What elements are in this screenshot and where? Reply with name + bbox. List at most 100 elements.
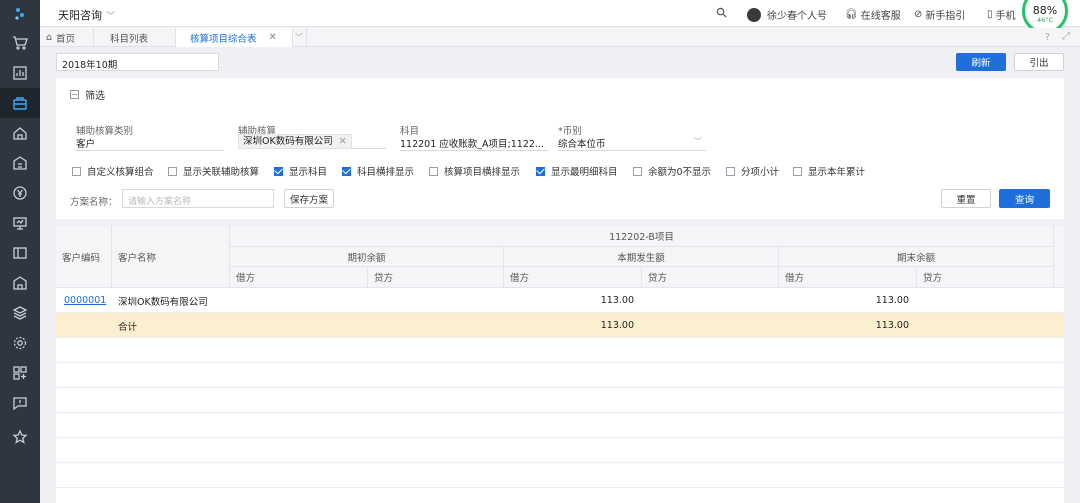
checkbox-label: 自定义核算组合	[87, 167, 154, 178]
save-scheme-button[interactable]: 保存方案	[284, 189, 334, 208]
empty-row	[56, 338, 1064, 363]
period-selector[interactable]: 2018年10期	[56, 53, 219, 71]
close-icon[interactable]: ✕	[339, 136, 347, 147]
mobile-link[interactable]: ▯ 手机	[987, 7, 1016, 22]
chart-icon[interactable]	[0, 58, 40, 88]
ticket-icon[interactable]	[0, 238, 40, 268]
company-switcher[interactable]: 天阳咨询 ﹀	[58, 7, 115, 23]
aux-tag: 深圳OK数码有限公司 ✕	[238, 134, 352, 149]
checkbox-year-to-date[interactable]: 显示本年累计	[793, 164, 865, 178]
checkbox-label: 显示本年累计	[808, 167, 866, 178]
export-button[interactable]: 引出	[1014, 53, 1064, 71]
message-icon[interactable]	[0, 388, 40, 418]
checkbox-show-subject[interactable]: 显示科目	[274, 164, 327, 178]
presentation-icon[interactable]	[0, 208, 40, 238]
tab-overflow-button[interactable]: ﹀	[293, 28, 307, 47]
bag-icon[interactable]	[0, 88, 40, 118]
collapse-icon: −	[70, 90, 79, 99]
aux-type-select[interactable]: 客户	[76, 136, 224, 151]
reset-button[interactable]: 重置	[941, 189, 991, 208]
layers-icon[interactable]	[0, 298, 40, 328]
mobile-label: 手机	[995, 11, 1016, 22]
customer-code[interactable]: 0000001	[64, 295, 106, 306]
aux-type-label: 辅助核算类别	[76, 126, 134, 137]
aux-tag-label: 深圳OK数码有限公司	[243, 136, 333, 147]
close-icon[interactable]: ✕	[269, 32, 277, 43]
home-icon[interactable]	[0, 118, 40, 148]
table-total-row: 合计 113.00 113.00	[56, 313, 1064, 338]
header-scroll-gutter	[1054, 226, 1064, 288]
gear-icon[interactable]	[0, 328, 40, 358]
help-icon[interactable]: ?	[1045, 32, 1050, 43]
fullscreen-icon[interactable]: ⤢	[1062, 31, 1070, 42]
gauge-temp: 46°C	[1036, 15, 1054, 24]
checkbox-box	[429, 166, 438, 176]
checkbox-box	[168, 166, 177, 176]
empty-row	[56, 463, 1064, 488]
topbar: 天阳咨询 ﹀ 徐少春个人号 🎧︎ 在线客服 ⊘ 新手指引 ▯ 手机 88% 46°C	[40, 0, 1080, 34]
bank-icon[interactable]	[0, 268, 40, 298]
col-period-credit: 贷方	[642, 267, 779, 288]
checkbox-hide-zero[interactable]: 余额为0不显示	[633, 164, 711, 178]
checkbox-label: 显示科目	[289, 167, 328, 178]
col-customer-code: 客户编码	[56, 226, 112, 288]
star-icon[interactable]	[0, 422, 40, 452]
checkbox-box	[633, 166, 642, 176]
scheme-name-input[interactable]: 请输入方案名称	[122, 189, 274, 208]
tab-home[interactable]: ⌂ 首页	[40, 28, 94, 47]
online-service-link[interactable]: 🎧︎ 在线客服	[845, 7, 901, 22]
customer-name: 深圳OK数码有限公司	[118, 296, 208, 308]
building-icon[interactable]	[0, 148, 40, 178]
col-ending-debit: 借方	[779, 267, 917, 288]
checkbox-box	[793, 166, 802, 176]
checkbox-show-related-aux[interactable]: 显示关联辅助核算	[168, 164, 259, 178]
online-service-label: 在线客服	[860, 11, 901, 22]
group-header: 112202-B项目	[230, 226, 1054, 247]
user-name: 徐少春个人号	[767, 11, 827, 22]
aux-select[interactable]: 深圳OK数码有限公司 ✕	[238, 134, 386, 149]
filter-toggle[interactable]: − 筛选	[70, 87, 105, 102]
subject-select[interactable]: 112201 应收账款_A项目;1122...	[400, 136, 548, 151]
checkbox-subject-horizontal[interactable]: 科目横排显示	[342, 164, 414, 178]
tab-aux-summary[interactable]: 核算项目综合表 ✕	[176, 28, 293, 47]
period-debit-value: 113.00	[600, 295, 634, 306]
customer-code-link[interactable]: 0000001	[64, 288, 112, 313]
checkbox-label: 科目横排显示	[357, 167, 415, 178]
checkbox-label: 分项小计	[741, 167, 780, 178]
checkbox-finest-subject[interactable]: 显示最明细科目	[536, 164, 618, 178]
total-label: 合计	[118, 321, 138, 333]
checkbox-label: 显示关联辅助核算	[183, 167, 260, 178]
filter-panel: − 筛选 辅助核算类别 客户 辅助核算 深圳OK数码有限公司 ✕ 科目 11220…	[56, 78, 1064, 219]
subject-label: 科目	[400, 126, 420, 137]
chevron-down-icon: ﹀	[106, 12, 116, 22]
checkbox-box	[342, 166, 351, 176]
subgroup-ending: 期末余额	[779, 247, 1054, 267]
chevron-down-icon: ﹀	[694, 137, 702, 146]
empty-row	[56, 363, 1064, 388]
query-button[interactable]: 查询	[999, 189, 1050, 208]
checkbox-aux-horizontal[interactable]: 核算项目横排显示	[429, 164, 520, 178]
guide-link[interactable]: ⊘ 新手指引	[914, 7, 965, 22]
total-ending-debit: 113.00	[875, 320, 909, 331]
user-menu[interactable]: 徐少春个人号	[747, 7, 827, 22]
search-icon[interactable]	[716, 7, 727, 18]
apps-icon[interactable]	[0, 358, 40, 388]
home-icon: ⌂	[46, 32, 53, 43]
tab-subject-list[interactable]: 科目列表	[94, 28, 176, 47]
subgroup-period: 本期发生额	[504, 247, 779, 267]
avatar	[747, 7, 761, 22]
checkbox-custom-combo[interactable]: 自定义核算组合	[72, 164, 154, 178]
refresh-button[interactable]: 刷新	[956, 53, 1006, 71]
currency-value: 综合本位币	[558, 139, 606, 150]
logo-icon[interactable]	[0, 0, 40, 28]
checkbox-box	[726, 166, 735, 176]
tab-label: 核算项目综合表	[190, 33, 257, 45]
subgroup-opening: 期初余额	[230, 247, 504, 267]
cart-icon[interactable]	[0, 28, 40, 58]
tab-label: 科目列表	[110, 33, 149, 45]
currency-select[interactable]: 综合本位币 ﹀	[558, 136, 706, 151]
summary-table: 客户编码 客户名称 112202-B项目 期初余额 本期发生额 期末余额 借方 …	[56, 226, 1064, 503]
yen-icon[interactable]	[0, 178, 40, 208]
col-period-debit: 借方	[504, 267, 642, 288]
checkbox-subtotal[interactable]: 分项小计	[726, 164, 779, 178]
